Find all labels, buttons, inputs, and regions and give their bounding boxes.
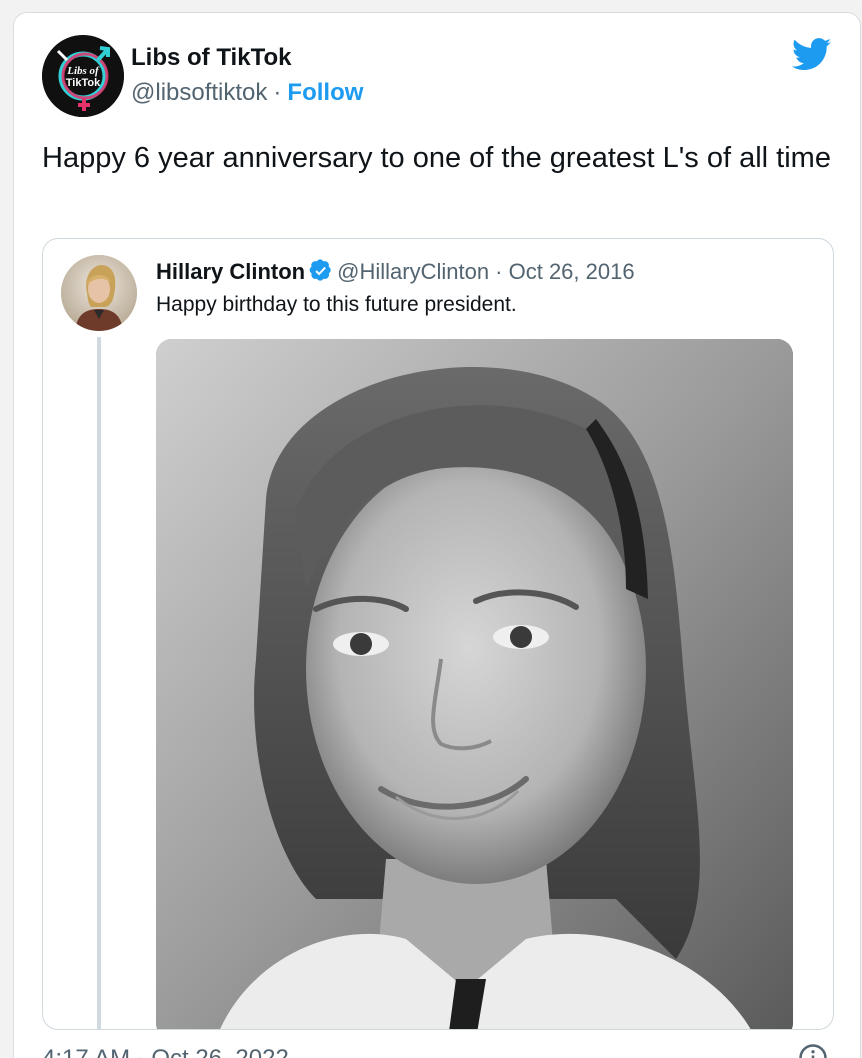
follow-button[interactable]: Follow [287,79,363,106]
separator: · [273,79,282,106]
portrait-photo [156,339,793,1029]
libs-of-tiktok-logo: Libs of TikTok [42,35,124,117]
tweet-timestamp[interactable]: 4:17 AM · Oct 26, 2022 [42,1045,289,1058]
author-name[interactable]: Libs of TikTok [131,44,291,72]
avatar-photo [61,255,137,331]
author-handle-row: @libsoftiktok · Follow [131,79,363,107]
libs-of-tiktok-avatar[interactable]: Libs of TikTok [42,35,124,117]
info-icon[interactable] [798,1043,828,1058]
author-handle[interactable]: @libsoftiktok [131,79,267,106]
thread-line [97,337,101,1029]
quoted-tweet-header: Hillary Clinton @HillaryClinton · Oct 26,… [156,259,635,285]
quoted-author-name[interactable]: Hillary Clinton [156,259,305,284]
tweet-card: Libs of TikTok Libs of TikTok @libsoftik… [13,12,861,1058]
quoted-tweet[interactable]: Hillary Clinton @HillaryClinton · Oct 26,… [42,238,834,1030]
logo-text-line1: Libs of [66,65,100,77]
quoted-handle-date[interactable]: @HillaryClinton · Oct 26, 2016 [337,259,634,284]
verified-badge-icon [309,259,331,281]
hillary-clinton-avatar[interactable] [61,255,137,331]
logo-text-line2: TikTok [66,77,101,89]
quoted-tweet-photo[interactable] [156,339,793,1029]
tweet-text: Happy 6 year anniversary to one of the g… [42,142,831,174]
quoted-tweet-text: Happy birthday to this future president. [156,293,517,316]
twitter-bird-icon[interactable] [792,38,832,71]
